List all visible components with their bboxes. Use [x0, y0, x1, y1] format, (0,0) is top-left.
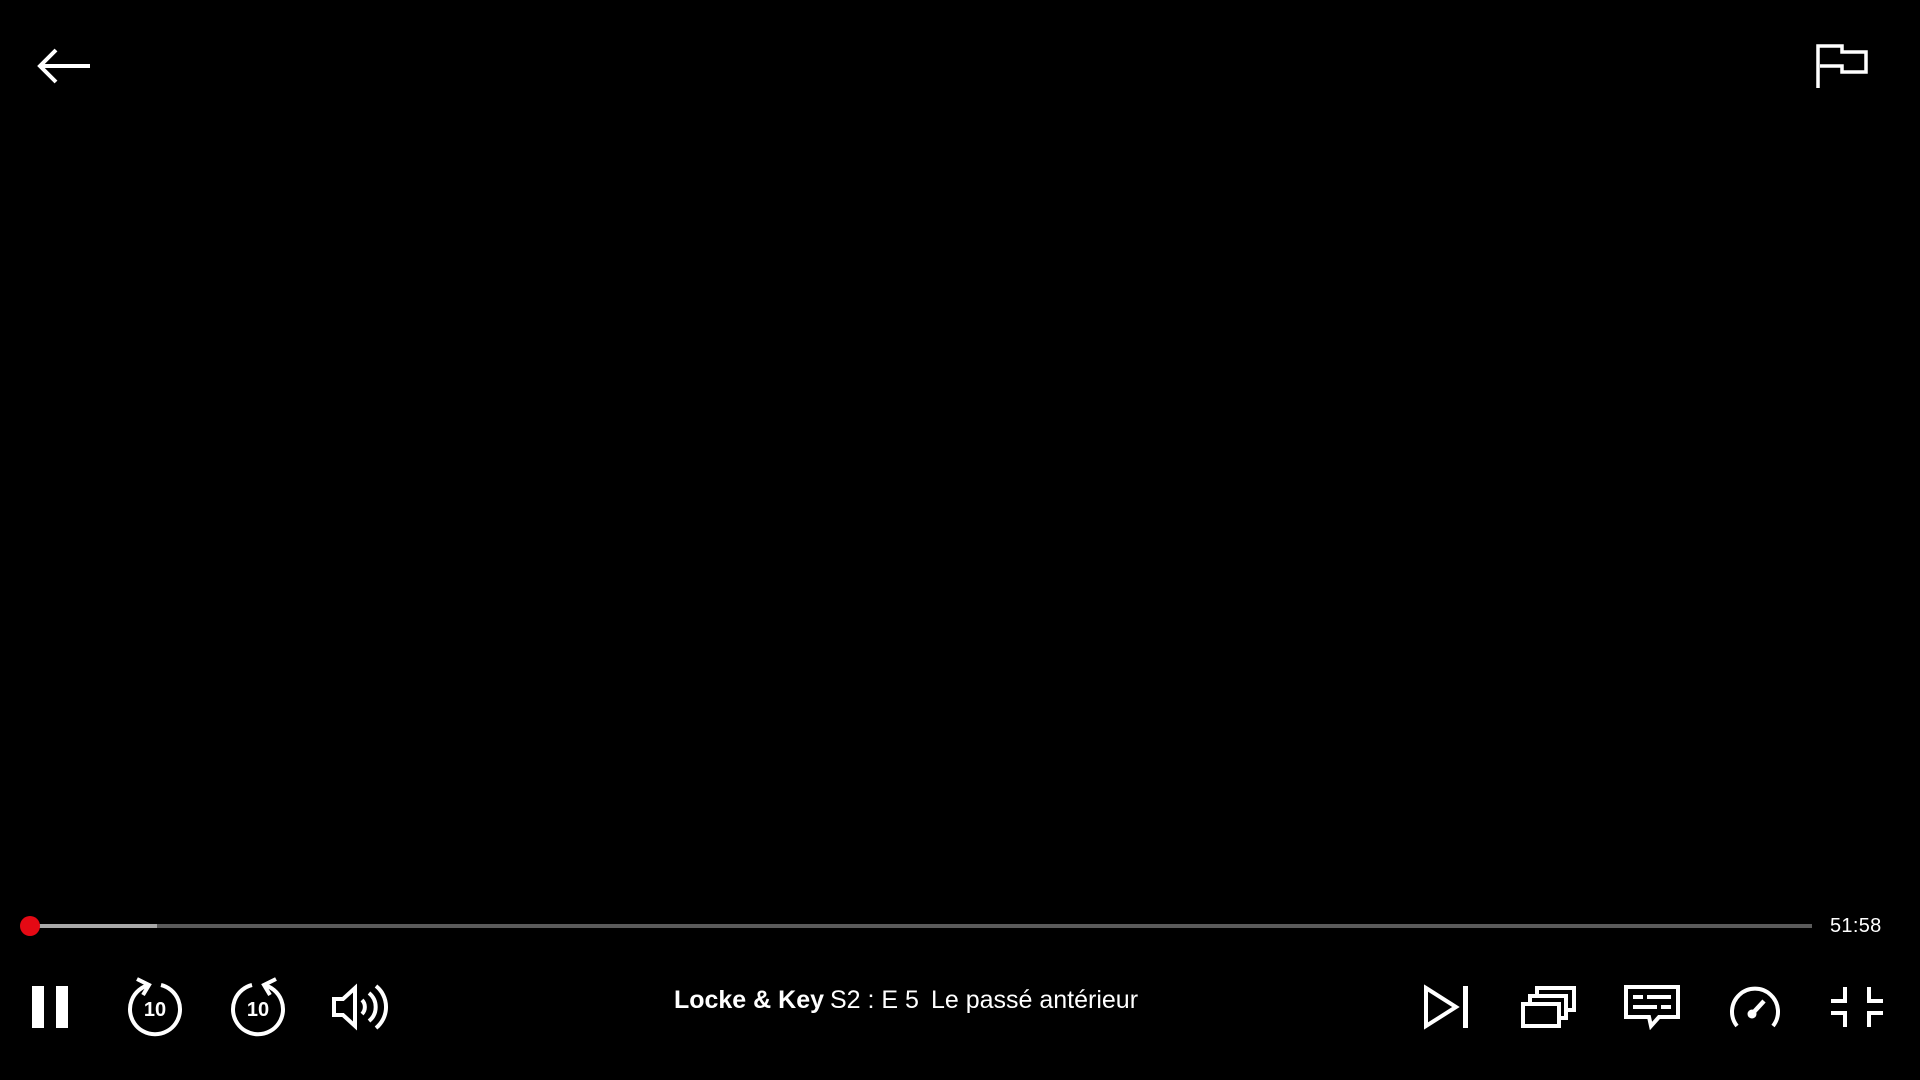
report-problem-button[interactable]: [1806, 36, 1878, 96]
time-remaining: 51:58: [1830, 915, 1882, 937]
episode-code: S2 : E 5: [830, 986, 919, 1014]
playback-speed-icon: [1730, 986, 1780, 1028]
progress-buffered: [30, 924, 157, 928]
exit-fullscreen-icon: [1831, 987, 1883, 1027]
episodes-button[interactable]: [1517, 975, 1581, 1039]
arrow-left-icon: [37, 48, 90, 84]
next-episode-icon: [1424, 984, 1468, 1030]
show-title: Locke & Key: [673, 986, 824, 1014]
back-button[interactable]: [28, 36, 100, 96]
next-episode-button[interactable]: [1415, 975, 1479, 1039]
subtitles-icon: [1624, 985, 1680, 1030]
episode-title: Le passé antérieur: [930, 986, 1139, 1014]
flag-icon: [1816, 44, 1868, 88]
playback-speed-button[interactable]: [1723, 975, 1787, 1039]
episodes-icon: [1521, 986, 1576, 1028]
audio-subtitles-button[interactable]: [1620, 975, 1684, 1039]
progress-bar[interactable]: [20, 916, 1812, 936]
progress-scrubber-handle[interactable]: [20, 916, 40, 936]
exit-fullscreen-button[interactable]: [1825, 975, 1889, 1039]
progress-track: [30, 924, 1812, 928]
